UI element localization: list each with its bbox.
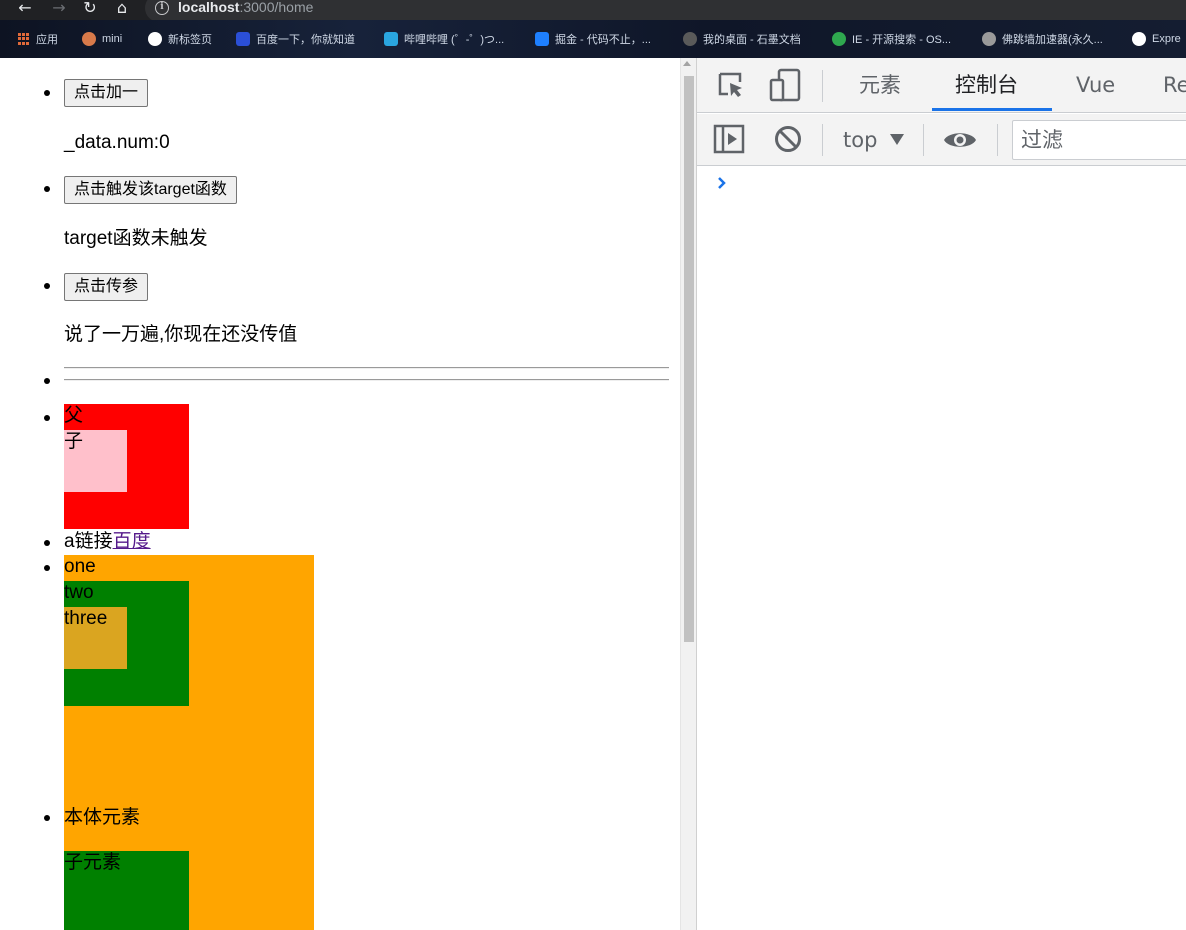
- child-label: 子: [64, 431, 84, 452]
- link-row: a链接百度: [64, 531, 151, 553]
- bookmark-label: 哔哩哔哩 (゜-゜)つ...: [404, 34, 505, 46]
- list-bullet: [44, 565, 50, 571]
- bookmark-apps[interactable]: 应用: [18, 31, 58, 47]
- list-bullet: [44, 90, 50, 96]
- tab-vue[interactable]: Vue: [1076, 72, 1115, 98]
- separator: [923, 124, 924, 156]
- globe-icon: [1132, 32, 1146, 46]
- bookmark-express[interactable]: Expre: [1132, 31, 1181, 47]
- num-text: _data.num:0: [64, 132, 170, 153]
- parent-label: 父: [64, 405, 84, 426]
- active-tab-indicator: [932, 108, 1052, 111]
- bookmark-label: 佛跳墙加速器(永久...: [1002, 34, 1103, 46]
- add-one-button[interactable]: 点击加一: [64, 79, 149, 107]
- site-info-icon[interactable]: i: [155, 1, 169, 15]
- baidu-link[interactable]: 百度: [113, 531, 151, 552]
- sidebar-toggle-icon[interactable]: [713, 124, 745, 154]
- reload-icon[interactable]: ↻: [81, 0, 99, 18]
- device-toolbar-icon[interactable]: [769, 68, 803, 102]
- clear-console-icon[interactable]: [773, 124, 803, 154]
- bookmark-label: mini: [102, 33, 123, 45]
- list-bullet: [44, 415, 50, 421]
- two-box[interactable]: two three: [64, 581, 189, 706]
- url-path: :3000/home: [239, 0, 314, 15]
- forward-arrow-icon[interactable]: →: [50, 0, 68, 18]
- trigger-target-button[interactable]: 点击触发该target函数: [64, 176, 237, 204]
- tab-more[interactable]: Re: [1163, 72, 1186, 98]
- separator: [822, 124, 823, 156]
- apps-grid-icon: [18, 33, 30, 45]
- list-bullet: [44, 283, 50, 289]
- context-selector[interactable]: top: [843, 126, 877, 154]
- console-toolbar: 过滤: [697, 114, 1186, 166]
- devtools-panel: 元素 控制台 Vue Re 过滤 top: [696, 58, 1186, 930]
- target-status-text: target函数未触发: [64, 228, 208, 249]
- list-bullet: [44, 186, 50, 192]
- bookmark-label: Expre: [1152, 33, 1181, 45]
- console-filter-input[interactable]: 过滤: [1012, 120, 1186, 160]
- bookmark-bilibili[interactable]: 哔哩哔哩 (゜-゜)つ...: [384, 31, 504, 47]
- separator: [822, 70, 823, 102]
- bookmark-label: IE - 开源搜索 - OS...: [852, 34, 952, 46]
- inspect-element-icon[interactable]: [717, 71, 747, 101]
- body-element-label: 本体元素: [64, 807, 141, 828]
- divider: [64, 367, 669, 369]
- bookmark-label: 百度一下，你就知道: [256, 34, 355, 46]
- page-viewport: 点击加一 _data.num:0 点击触发该target函数 target函数未…: [5, 58, 680, 930]
- tab-console[interactable]: 控制台: [955, 72, 1018, 98]
- scroll-up-arrow-icon[interactable]: [683, 61, 691, 66]
- bookmark-label: 新标签页: [168, 34, 212, 46]
- bookmarks-bar: 应用 mini 新标签页 百度一下，你就知道 哔哩哔哩 (゜-゜)つ... 掘金…: [0, 20, 1186, 58]
- circle-icon: [148, 32, 162, 46]
- link-prefix: a链接: [64, 531, 113, 552]
- dropdown-caret-icon[interactable]: [890, 134, 904, 145]
- pass-param-button[interactable]: 点击传参: [64, 273, 149, 301]
- oschina-icon: [832, 32, 846, 46]
- sub-element-label: 子元素: [64, 852, 122, 873]
- monkey-icon: [82, 32, 96, 46]
- url-host: localhost: [178, 0, 240, 15]
- list-bullet: [44, 815, 50, 821]
- three-label: three: [64, 608, 108, 629]
- list-bullet: [44, 378, 50, 384]
- shimo-icon: [683, 32, 697, 46]
- back-arrow-icon[interactable]: ←: [16, 0, 34, 18]
- console-prompt-chevron-icon[interactable]: [717, 176, 727, 190]
- browser-toolbar: ← → ↻ ⌂ i localhost:3000/home: [0, 0, 1186, 22]
- eye-icon[interactable]: [943, 128, 977, 152]
- bookmark-juejin[interactable]: 掘金 - 代码不止，...: [535, 31, 651, 47]
- divider: [64, 379, 669, 381]
- bilibili-tv-icon: [384, 32, 398, 46]
- baidu-paw-icon: [236, 32, 250, 46]
- child-box[interactable]: 子: [64, 430, 127, 492]
- one-label: one: [64, 556, 96, 577]
- bookmark-vpn[interactable]: 佛跳墙加速器(永久...: [982, 31, 1103, 47]
- sub-element-box[interactable]: 子元素: [64, 851, 189, 930]
- param-status-text: 说了一万遍,你现在还没传值: [64, 324, 298, 345]
- scrollbar-thumb[interactable]: [684, 76, 694, 642]
- tab-elements[interactable]: 元素: [859, 72, 901, 98]
- bookmark-label: 掘金 - 代码不止，...: [555, 34, 651, 46]
- list-bullet: [44, 540, 50, 546]
- bookmark-label: 我的桌面 - 石墨文档: [703, 34, 801, 46]
- home-icon[interactable]: ⌂: [113, 0, 131, 18]
- devtools-tabbar: 元素 控制台 Vue Re: [697, 58, 1186, 113]
- three-box[interactable]: three: [64, 607, 127, 669]
- bookmark-oschina[interactable]: IE - 开源搜索 - OS...: [832, 31, 951, 47]
- bookmark-mini[interactable]: mini: [82, 31, 122, 47]
- bookmark-baidu[interactable]: 百度一下，你就知道: [236, 31, 355, 47]
- bookmark-label: 应用: [36, 34, 58, 46]
- juejin-icon: [535, 32, 549, 46]
- two-label: two: [64, 582, 94, 603]
- separator: [997, 124, 998, 156]
- bookmark-new-tab[interactable]: 新标签页: [148, 31, 212, 47]
- bookmark-shimo[interactable]: 我的桌面 - 石墨文档: [683, 31, 801, 47]
- parent-box[interactable]: 父 子: [64, 404, 189, 529]
- url-text[interactable]: localhost:3000/home: [178, 0, 313, 15]
- vpn-icon: [982, 32, 996, 46]
